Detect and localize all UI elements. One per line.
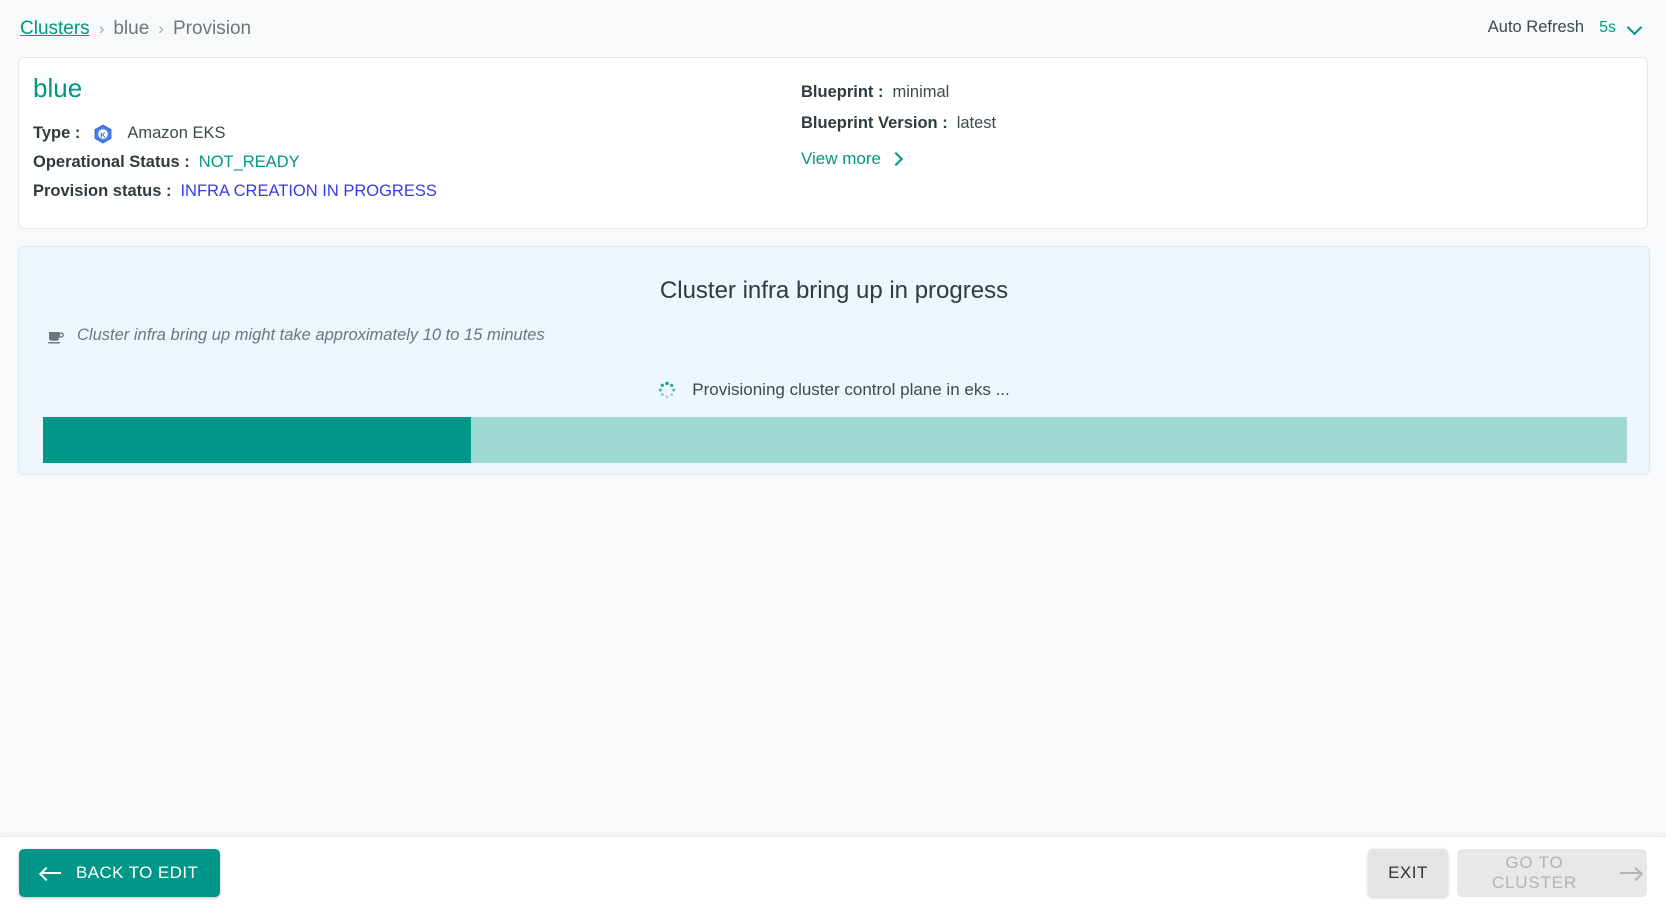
coffee-cup-icon (47, 327, 65, 345)
breadcrumb-link-clusters[interactable]: Clusters (20, 18, 90, 40)
progress-status-text: Provisioning cluster control plane in ek… (692, 380, 1010, 399)
progress-bar-fill (43, 417, 471, 463)
exit-label: EXIT (1388, 863, 1428, 882)
progress-status-row: Provisioning cluster control plane in ek… (19, 380, 1649, 400)
blueprint-version-row: Blueprint Version : latest (801, 109, 996, 138)
cluster-name-heading: blue (33, 73, 83, 103)
blueprint-row: Blueprint : minimal (801, 78, 996, 107)
breadcrumb-item-cluster: blue (113, 17, 150, 39)
operational-status-value: NOT_READY (198, 153, 300, 171)
chevron-right-icon (891, 153, 903, 165)
loading-spinner-icon (658, 381, 676, 399)
auto-refresh-control[interactable]: Auto Refresh 5s (1488, 18, 1644, 37)
cluster-info-rows: Type : K Amazon EKS Operational Status :… (33, 119, 437, 206)
breadcrumb-separator: › (158, 18, 164, 38)
progress-hint-text: Cluster infra bring up might take approx… (77, 326, 545, 344)
chevron-down-icon[interactable] (1628, 20, 1644, 36)
breadcrumb-item-current: Provision (172, 17, 252, 39)
cluster-type-label: Type : (33, 124, 81, 142)
back-to-edit-label: BACK TO EDIT (76, 863, 199, 882)
view-more-link[interactable]: View more (801, 149, 996, 169)
progress-bar-track (43, 417, 1627, 463)
go-to-cluster-label: GO TO CLUSTER (1491, 853, 1577, 892)
operational-status-label: Operational Status : (33, 153, 190, 171)
blueprint-version-label: Blueprint Version : (801, 114, 948, 132)
breadcrumb: Clusters › blue › Provision (20, 18, 251, 40)
progress-hint-row: Cluster infra bring up might take approx… (47, 326, 545, 345)
auto-refresh-label: Auto Refresh (1487, 18, 1585, 36)
arrow-left-icon (41, 866, 61, 880)
cluster-type-value: Amazon EKS (127, 124, 226, 142)
go-to-cluster-button: GO TO CLUSTER (1457, 849, 1647, 897)
provision-status-value[interactable]: INFRA CREATION IN PROGRESS (180, 182, 436, 201)
blueprint-version-value: latest (956, 114, 997, 132)
breadcrumb-bar: Clusters › blue › Provision Auto Refresh… (0, 0, 1666, 57)
cluster-type-row: Type : K Amazon EKS (33, 119, 437, 148)
progress-panel-title: Cluster infra bring up in progress (659, 277, 1009, 304)
auto-refresh-value[interactable]: 5s (1599, 19, 1616, 37)
arrow-right-icon (1619, 866, 1643, 880)
provision-status-row: Provision status : INFRA CREATION IN PRO… (33, 177, 437, 206)
cluster-info-card: blue Type : K Amazon EKS Operational Sta… (18, 57, 1648, 229)
kubernetes-icon: K (92, 123, 114, 145)
provision-status-label: Provision status : (33, 182, 172, 200)
blueprint-info-column: Blueprint : minimal Blueprint Version : … (801, 78, 996, 169)
svg-text:K: K (101, 130, 107, 139)
exit-button[interactable]: EXIT (1368, 849, 1448, 897)
provision-progress-panel: Cluster infra bring up in progress Clust… (18, 246, 1650, 475)
blueprint-value: minimal (892, 83, 950, 101)
breadcrumb-separator: › (98, 18, 105, 38)
view-more-label: View more (801, 149, 881, 168)
back-to-edit-button[interactable]: BACK TO EDIT (19, 849, 221, 897)
footer-action-bar: BACK TO EDIT EXIT GO TO CLUSTER (0, 836, 1666, 911)
blueprint-label: Blueprint : (801, 83, 884, 101)
operational-status-row: Operational Status : NOT_READY (33, 148, 437, 177)
